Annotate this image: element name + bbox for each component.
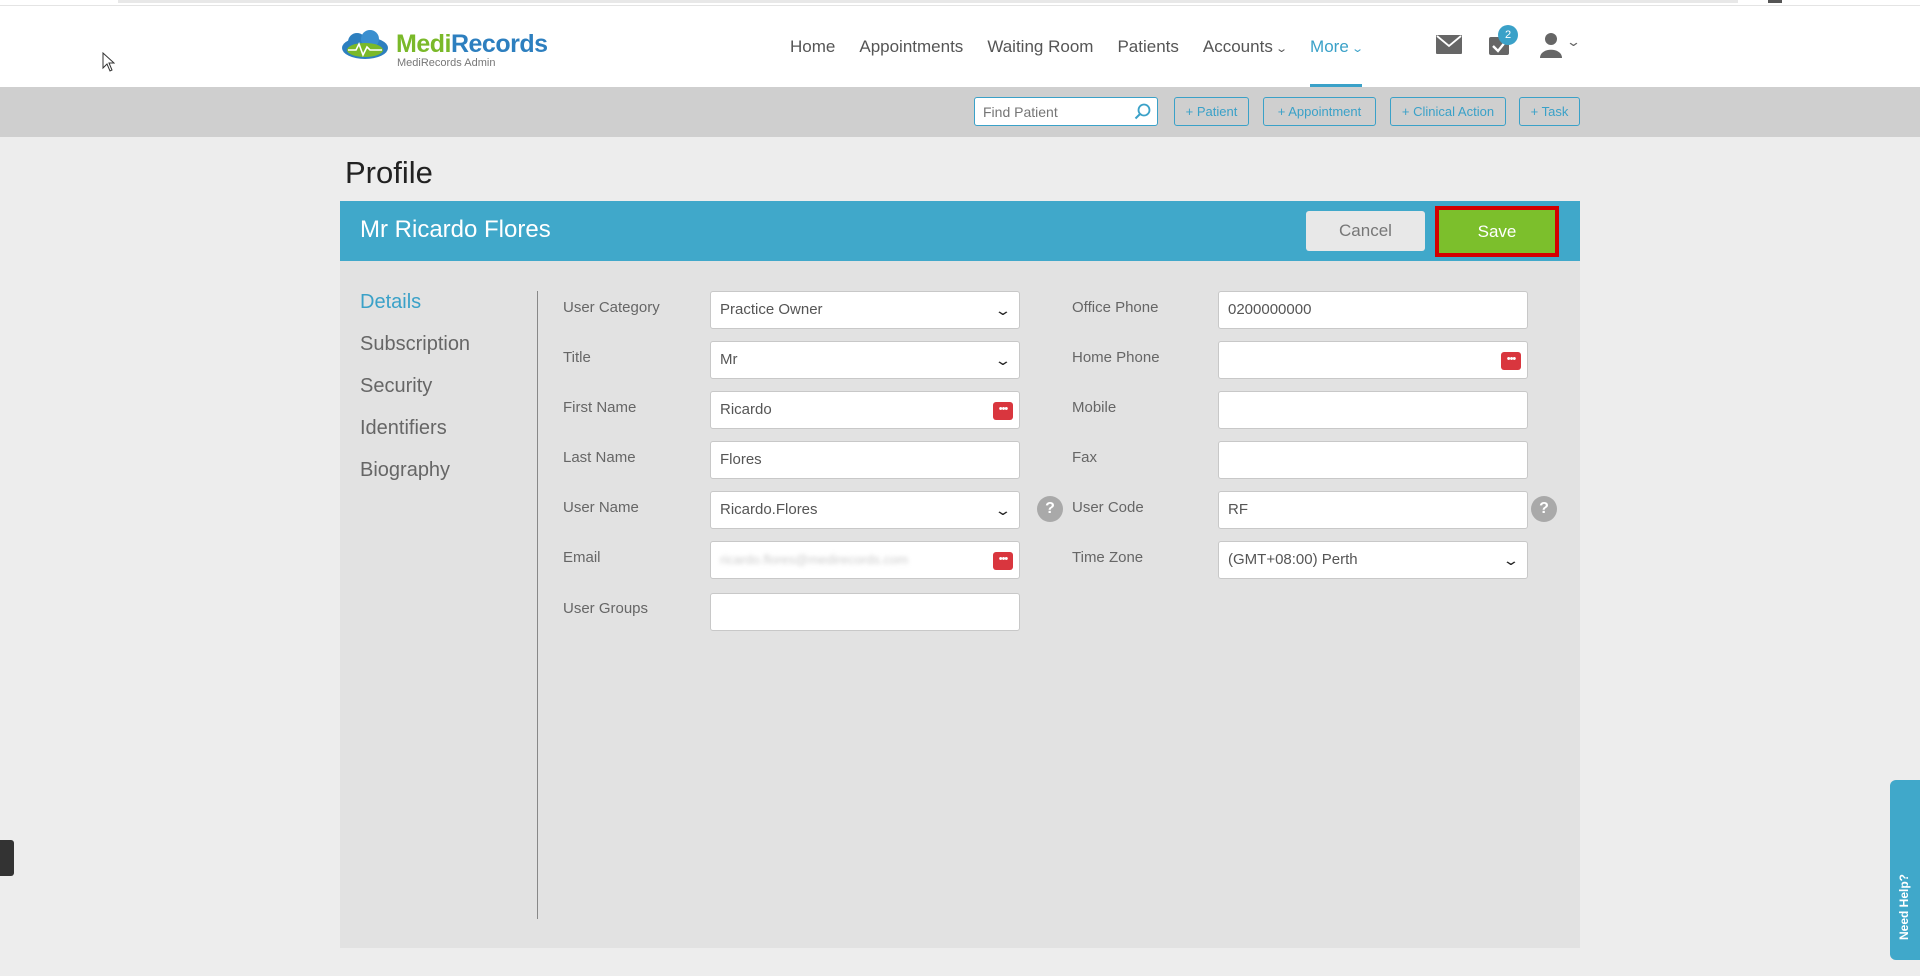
user-name-select[interactable]: Ricardo.Flores ⌄ xyxy=(710,491,1020,529)
task-count-badge: 2 xyxy=(1498,25,1518,45)
chevron-down-icon: ⌄ xyxy=(1565,34,1582,49)
page-title: Profile xyxy=(345,155,433,190)
need-help-widget[interactable]: Need Help? xyxy=(1890,780,1920,960)
user-groups-field[interactable] xyxy=(710,593,1020,631)
brand-name: MediRecords xyxy=(396,30,548,58)
nav-appointments[interactable]: Appointments xyxy=(859,6,963,87)
user-icon xyxy=(1540,33,1562,58)
mobile-field[interactable] xyxy=(1218,391,1528,429)
cancel-button[interactable]: Cancel xyxy=(1306,211,1425,251)
time-zone-label: Time Zone xyxy=(1072,549,1144,566)
sidenav-item-identifiers[interactable]: Identifiers xyxy=(360,415,470,457)
cloud-logo-icon xyxy=(342,30,388,59)
last-name-label: Last Name xyxy=(563,449,636,466)
save-button[interactable]: Save xyxy=(1439,210,1555,253)
search-icon[interactable] xyxy=(1134,103,1151,120)
home-phone-label: Home Phone xyxy=(1072,349,1160,366)
user-category-label: User Category xyxy=(563,299,660,316)
user-code-field[interactable]: RF xyxy=(1218,491,1528,529)
brand-subtitle: MediRecords Admin xyxy=(397,57,496,69)
chevron-down-icon: ⌄ xyxy=(994,302,1012,318)
need-help-label: Need Help? xyxy=(1897,873,1911,940)
user-name-help-icon[interactable]: ? xyxy=(1037,496,1063,522)
app-header: MediRecords MediRecords Admin Home Appoi… xyxy=(0,6,1920,87)
profile-body: Details Subscription Security Identifier… xyxy=(340,261,1580,948)
sidenav-item-subscription[interactable]: Subscription xyxy=(360,331,470,373)
mail-icon[interactable] xyxy=(1436,35,1462,54)
sidenav-item-security[interactable]: Security xyxy=(360,373,470,415)
mouse-cursor-icon xyxy=(102,52,115,72)
title-label: Title xyxy=(563,349,591,366)
office-phone-field[interactable]: 0200000000 xyxy=(1218,291,1528,329)
title-select[interactable]: Mr ⌄ xyxy=(710,341,1020,379)
add-clinical-action-button[interactable]: + Clinical Action xyxy=(1390,97,1506,126)
nav-accounts[interactable]: Accounts ⌄ xyxy=(1203,6,1288,87)
fax-label: Fax xyxy=(1072,449,1098,466)
save-button-highlight: Save xyxy=(1435,206,1559,257)
email-label: Email xyxy=(563,549,601,566)
chevron-down-icon: ⌄ xyxy=(994,502,1012,518)
time-zone-select[interactable]: (GMT+08:00) Perth ⌄ xyxy=(1218,541,1528,579)
password-manager-icon[interactable]: ••• xyxy=(1501,352,1521,370)
password-manager-icon[interactable]: ••• xyxy=(993,552,1013,570)
profile-display-name: Mr Ricardo Flores xyxy=(360,216,551,243)
main-nav: Home Appointments Waiting Room Patients … xyxy=(790,6,1386,87)
user-category-select[interactable]: Practice Owner ⌄ xyxy=(710,291,1020,329)
add-patient-button[interactable]: + Patient xyxy=(1174,97,1249,126)
mobile-label: Mobile xyxy=(1072,399,1117,416)
chevron-down-icon: ⌄ xyxy=(1274,43,1288,55)
home-phone-field[interactable]: ••• xyxy=(1218,341,1528,379)
sidenav-divider xyxy=(537,291,538,919)
find-patient-box[interactable] xyxy=(974,97,1158,126)
medirecords-logo[interactable]: MediRecords MediRecords Admin xyxy=(340,28,550,74)
sidenav-item-details[interactable]: Details xyxy=(360,289,470,331)
user-code-help-icon[interactable]: ? xyxy=(1531,496,1557,522)
chevron-down-icon: ⌄ xyxy=(1350,43,1364,55)
email-field[interactable]: ricardo.flores@medirecords.com ••• xyxy=(710,541,1020,579)
password-manager-icon[interactable]: ••• xyxy=(993,402,1013,420)
fax-field[interactable] xyxy=(1218,441,1528,479)
nav-waiting-room[interactable]: Waiting Room xyxy=(987,6,1093,87)
add-appointment-button[interactable]: + Appointment xyxy=(1263,97,1376,126)
add-task-button[interactable]: + Task xyxy=(1519,97,1580,126)
first-name-field[interactable]: Ricardo ••• xyxy=(710,391,1020,429)
side-drawer-handle[interactable] xyxy=(0,840,14,876)
chevron-down-icon: ⌄ xyxy=(1502,552,1520,568)
nav-home[interactable]: Home xyxy=(790,6,835,87)
office-phone-label: Office Phone xyxy=(1072,299,1159,316)
nav-patients[interactable]: Patients xyxy=(1117,6,1178,87)
nav-more[interactable]: More ⌄ xyxy=(1310,6,1364,87)
profile-sidenav: Details Subscription Security Identifier… xyxy=(360,289,470,499)
user-code-label: User Code xyxy=(1072,499,1144,516)
user-name-label: User Name xyxy=(563,499,639,516)
user-menu[interactable]: ⌄ xyxy=(1540,32,1581,63)
last-name-field[interactable]: Flores xyxy=(710,441,1020,479)
profile-header: Mr Ricardo Flores Cancel Save xyxy=(340,201,1580,261)
quick-action-toolbar: + Patient + Appointment + Clinical Actio… xyxy=(0,87,1920,137)
chevron-down-icon: ⌄ xyxy=(994,352,1012,368)
user-groups-label: User Groups xyxy=(563,600,649,617)
first-name-label: First Name xyxy=(563,399,637,416)
sidenav-item-biography[interactable]: Biography xyxy=(360,457,470,499)
find-patient-input[interactable] xyxy=(975,98,1125,125)
